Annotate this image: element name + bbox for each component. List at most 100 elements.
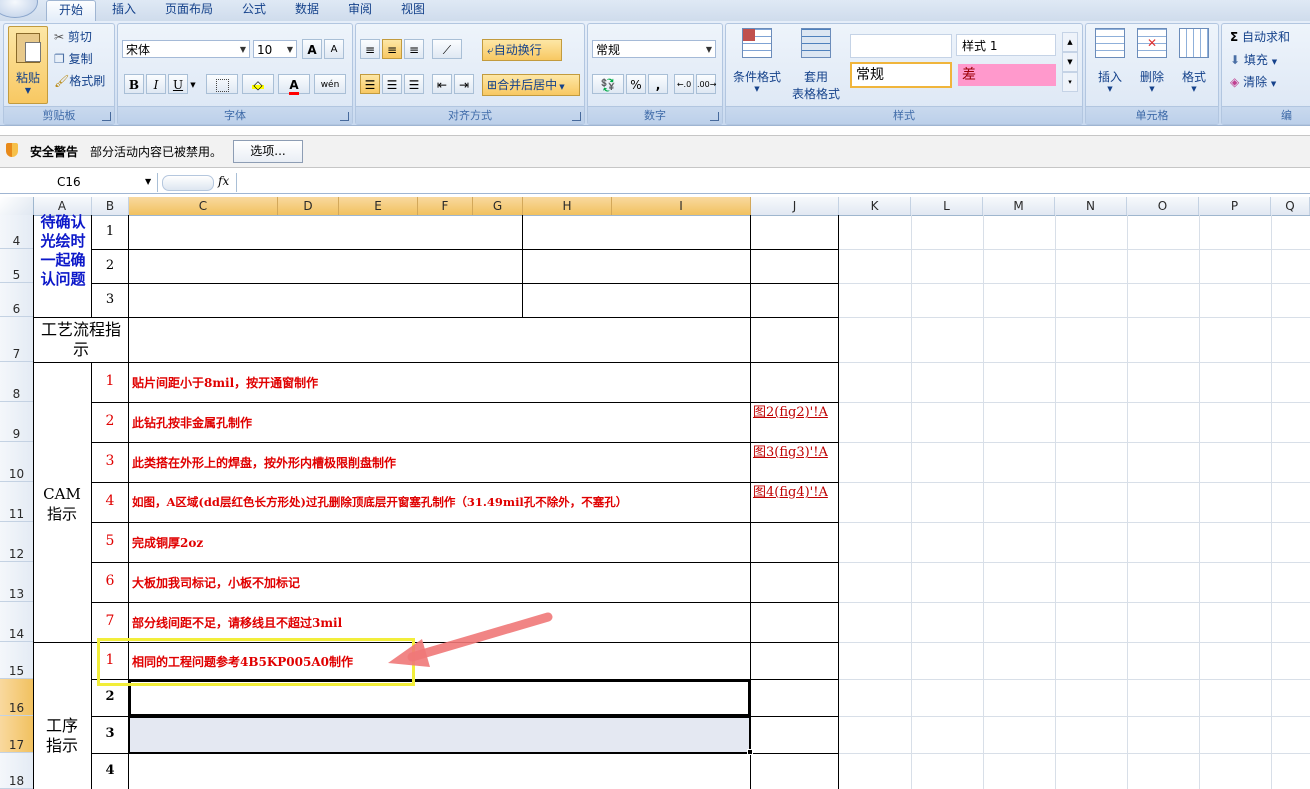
wrap-text-button[interactable]: ⤶自动换行 [482,39,562,61]
row-header-9[interactable]: 9 [0,402,33,442]
cam-item-number[interactable]: 7 [92,613,128,629]
increase-decimal-button[interactable]: ←.0 [674,74,694,94]
font-color-button[interactable]: A [278,74,310,95]
alignment-launcher-icon[interactable] [572,112,581,121]
clipboard-launcher-icon[interactable] [102,112,111,121]
format-painter-button[interactable]: 🖌格式刷 [54,71,105,91]
column-header-h[interactable]: H [523,197,612,215]
row-header-8[interactable]: 8 [0,362,33,402]
fill-button[interactable]: ⬇ 填充 ▼ [1230,50,1277,70]
column-header-c[interactable]: C [129,197,278,215]
fill-handle[interactable] [747,749,753,755]
styles-more-icon[interactable]: ▾ [1062,72,1078,92]
row-header-17[interactable]: 17 [0,716,33,753]
chevron-down-icon[interactable]: ▼ [145,177,151,186]
font-name-combo[interactable]: 宋体 ▼ [122,40,250,58]
copy-button[interactable]: ❐ 复制 [54,49,93,69]
style-swatch-blank[interactable] [850,34,952,58]
row-header-12[interactable]: 12 [0,522,33,562]
cam-item-number[interactable]: 5 [92,533,128,549]
column-header-l[interactable]: L [911,197,983,215]
row-header-4[interactable]: 4 [0,215,33,249]
tab-data[interactable]: 数据 [283,0,331,20]
font-launcher-icon[interactable] [340,112,349,121]
cam-item-link[interactable]: 图3(fig3)'!A [753,443,837,462]
style-swatch-normal[interactable]: 常规 [850,62,952,88]
cam-item-number[interactable]: 1 [92,373,128,389]
column-header-f[interactable]: F [418,197,473,215]
tab-page-layout[interactable]: 页面布局 [156,0,222,20]
format-as-table-button[interactable]: 套用 表格格式 [784,28,848,102]
styles-scroll-up-icon[interactable]: ▲ [1062,32,1078,52]
step-instruction-label[interactable]: 工序指示 [42,716,82,756]
cam-item-link[interactable]: 图2(fig2)'!A [753,403,837,422]
formula-toolbar-handle[interactable] [162,175,214,191]
style-swatch-bad[interactable]: 差 [958,64,1056,86]
percent-button[interactable]: % [626,74,646,94]
row-header-16[interactable]: 16 [0,679,33,716]
security-options-button[interactable]: 选项... [233,140,303,163]
italic-button[interactable]: I [146,74,166,94]
row-header-5[interactable]: 5 [0,249,33,283]
row-header-14[interactable]: 14 [0,602,33,642]
tab-formulas[interactable]: 公式 [230,0,278,20]
column-header-e[interactable]: E [339,197,418,215]
align-left-button[interactable]: ☰ [360,74,380,94]
column-header-b[interactable]: B [92,197,129,215]
cut-button[interactable]: ✂ 剪切 [54,27,92,47]
column-header-g[interactable]: G [473,197,523,215]
column-header-i[interactable]: I [612,197,751,215]
row-header-13[interactable]: 13 [0,562,33,602]
row-header-7[interactable]: 7 [0,317,33,362]
number-launcher-icon[interactable] [710,112,719,121]
cam-item-text[interactable]: 如图，A区域(dd层红色长方形处)过孔删除顶底层开窗塞孔制作（31.49mil孔… [132,494,627,510]
orientation-button[interactable]: ⟋ [432,39,462,59]
shrink-font-button[interactable]: A [324,39,344,59]
border-button[interactable] [206,74,238,94]
font-size-combo[interactable]: 10 ▼ [253,40,297,58]
cam-item-text[interactable]: 大板加我司标记，小板不加标记 [132,574,300,591]
decrease-decimal-button[interactable]: .00→ [696,74,716,94]
merge-center-button[interactable]: ⊞合并后居中 ▼ [482,74,580,96]
process-flow-label[interactable]: 工艺流程指示 [36,320,126,360]
cam-item-number[interactable]: 4 [92,493,128,509]
tab-view[interactable]: 视图 [389,0,437,20]
step-item-number[interactable]: 4 [92,763,128,778]
pending-row-3-number[interactable]: 3 [92,292,128,307]
paste-button[interactable]: 粘贴 ▼ [8,26,48,104]
styles-scroll-down-icon[interactable]: ▼ [1062,52,1078,72]
currency-button[interactable]: 💱 [592,74,624,94]
tab-home[interactable]: 开始 [46,0,96,21]
decrease-indent-button[interactable]: ⇤ [432,74,452,94]
cam-label[interactable]: CAM指示 [42,484,82,524]
column-header-m[interactable]: M [983,197,1055,215]
cam-item-text[interactable]: 完成铜厚2oz [132,534,203,551]
tab-review[interactable]: 审阅 [336,0,384,20]
increase-indent-button[interactable]: ⇥ [454,74,474,94]
step-item-number[interactable]: 3 [92,726,128,741]
pending-confirm-label[interactable]: 待确认光绘时一起确认问题 [35,213,91,289]
column-header-k[interactable]: K [839,197,911,215]
align-middle-button[interactable]: ≡ [382,39,402,59]
column-header-o[interactable]: O [1127,197,1199,215]
column-header-p[interactable]: P [1199,197,1271,215]
autosum-button[interactable]: Σ 自动求和 [1230,27,1290,47]
format-cells-button[interactable]: 格式 ▼ [1174,28,1214,93]
cam-item-text[interactable]: 此类搭在外形上的焊盘，按外形内槽极限削盘制作 [132,454,396,471]
align-center-button[interactable]: ☰ [382,74,402,94]
grow-font-button[interactable]: A [302,39,322,59]
pending-row-2-number[interactable]: 2 [92,258,128,273]
insert-cells-button[interactable]: 插入 ▼ [1090,28,1130,93]
cam-item-link[interactable]: 图4(fig4)'!A [753,483,837,502]
column-header-j[interactable]: J [751,197,839,215]
selected-cell-c17[interactable] [129,717,750,753]
comma-button[interactable]: , [648,74,668,94]
column-header-d[interactable]: D [278,197,339,215]
number-format-combo[interactable]: 常规 ▼ [592,40,716,58]
cam-item-number[interactable]: 2 [92,413,128,429]
align-bottom-button[interactable]: ≡ [404,39,424,59]
column-header-q[interactable]: Q [1271,197,1310,215]
phonetic-button[interactable]: wén [314,74,346,94]
office-button[interactable] [0,0,38,18]
delete-cells-button[interactable]: ✕ 删除 ▼ [1132,28,1172,93]
